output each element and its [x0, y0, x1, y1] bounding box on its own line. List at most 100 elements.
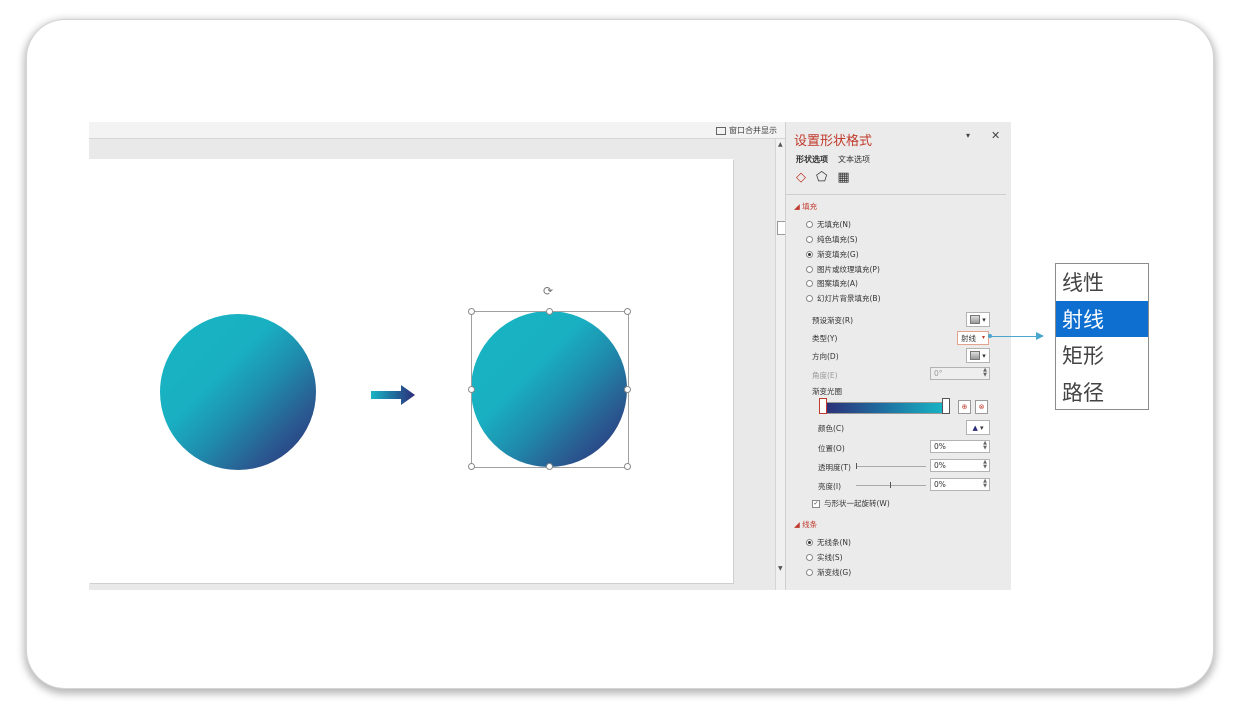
resize-handle-e[interactable] — [624, 386, 631, 393]
transparency-thumb[interactable] — [856, 463, 857, 469]
resize-handle-nw[interactable] — [468, 308, 475, 315]
view-toolbar: 窗口合并显示 — [89, 122, 785, 139]
gradient-stops-bar[interactable] — [820, 402, 946, 414]
direction-dropdown[interactable]: ▾ — [966, 348, 990, 363]
color-picker-button[interactable]: ▲ ▾ — [966, 420, 990, 435]
effects-pentagon-icon[interactable]: ⬠ — [816, 170, 827, 185]
option-label: 渐变线(G) — [817, 568, 852, 577]
add-stop-icon[interactable]: ⊕ — [958, 400, 971, 414]
angle-label: 角度(E) — [812, 371, 838, 380]
size-properties-icon[interactable]: ▦ — [837, 170, 849, 185]
position-label: 位置(O) — [818, 444, 845, 453]
radio-icon — [806, 266, 813, 273]
chevron-down-icon: ▾ — [979, 423, 984, 432]
chevron-down-icon: ▾ — [982, 315, 986, 324]
dropdown-item-linear[interactable]: 线性 — [1056, 264, 1148, 301]
gradient-stops-label: 渐变光圈 — [812, 387, 842, 396]
chevron-down-icon: ▾ — [982, 351, 986, 360]
option-label: 实线(S) — [817, 553, 843, 562]
radio-picture-fill[interactable]: 图片或纹理填充(P) — [806, 264, 880, 275]
color-label: 颜色(C) — [818, 424, 845, 433]
slide[interactable]: ⟳ — [89, 159, 733, 583]
option-label: 图案填充(A) — [817, 279, 858, 288]
resize-handle-sw[interactable] — [468, 463, 475, 470]
radio-gradient-fill[interactable]: 渐变填充(G) — [806, 249, 859, 260]
rotate-with-shape-checkbox[interactable]: ✓ 与形状一起旋转(W) — [812, 498, 890, 509]
type-select[interactable]: 射线 ▾ — [957, 331, 989, 345]
resize-handle-w[interactable] — [468, 386, 475, 393]
scroll-down-icon[interactable]: ▼ — [778, 565, 783, 572]
option-label: 图片或纹理填充(P) — [817, 265, 880, 274]
preset-gradient-dropdown[interactable]: ▾ — [966, 312, 990, 327]
preset-gradient-label: 预设渐变(R) — [812, 316, 854, 325]
radio-selected-icon — [806, 251, 813, 258]
resize-handle-n[interactable] — [546, 308, 553, 315]
tab-shape-options[interactable]: 形状选项 — [796, 154, 828, 165]
spinner-icon[interactable]: ▲ ▼ — [983, 441, 987, 451]
pane-options-icon[interactable]: ▾ — [966, 131, 970, 140]
arrow-right-icon — [371, 385, 415, 405]
line-section-header[interactable]: ◢ 线条 — [794, 519, 817, 530]
type-label: 类型(Y) — [812, 334, 838, 343]
angle-input: 0° ▲ ▼ — [930, 367, 990, 380]
radio-gradient-line[interactable]: 渐变线(G) — [806, 567, 851, 578]
radio-solid-line[interactable]: 实线(S) — [806, 552, 843, 563]
direction-label: 方向(D) — [812, 352, 839, 361]
paint-bucket-icon: ▲ — [972, 423, 978, 432]
radio-icon — [806, 236, 813, 243]
transparency-input[interactable]: 0% ▲ ▼ — [930, 459, 990, 472]
fill-line-icon[interactable]: ◇ — [796, 170, 806, 185]
resize-handle-se[interactable] — [624, 463, 631, 470]
powerpoint-window: 窗口合并显示 ⟳ ▲ ▼ 设置形状格式 ▾ ✕ 形状选项 文本选项 ◇ ⬠ ▦ … — [89, 122, 1011, 590]
radio-selected-icon — [806, 539, 813, 546]
checkbox-label: 与形状一起旋转(W) — [824, 499, 890, 508]
checkbox-checked-icon: ✓ — [812, 499, 820, 508]
radio-pattern-fill[interactable]: 图案填充(A) — [806, 278, 858, 289]
remove-stop-icon[interactable]: ⊗ — [975, 400, 988, 414]
pane-title: 设置形状格式 — [794, 134, 873, 149]
close-icon[interactable]: ✕ — [991, 129, 1000, 142]
brightness-thumb[interactable] — [890, 482, 891, 488]
transparency-value: 0% — [934, 461, 946, 470]
brightness-value: 0% — [934, 480, 946, 489]
gradient-stop-end[interactable] — [942, 398, 950, 414]
dropdown-item-path[interactable]: 路径 — [1056, 374, 1148, 411]
resize-handle-s[interactable] — [546, 463, 553, 470]
window-icon — [716, 126, 726, 135]
radio-icon — [806, 280, 813, 287]
radio-icon — [806, 554, 813, 561]
position-value: 0% — [934, 442, 946, 451]
circle-before[interactable] — [160, 314, 316, 470]
fill-section-header[interactable]: ◢ 填充 — [794, 201, 817, 212]
scroll-up-icon[interactable]: ▲ — [778, 141, 783, 148]
spinner-icon[interactable]: ▲ ▼ — [983, 460, 987, 470]
dropdown-item-rectangular[interactable]: 矩形 — [1056, 337, 1148, 374]
chevron-down-icon: ▾ — [981, 334, 985, 341]
brightness-input[interactable]: 0% ▲ ▼ — [930, 478, 990, 491]
radio-solid-fill[interactable]: 纯色填充(S) — [806, 234, 858, 245]
brightness-label: 亮度(I) — [818, 482, 842, 491]
position-input[interactable]: 0% ▲ ▼ — [930, 440, 990, 453]
pane-tabs: 形状选项 文本选项 — [796, 154, 870, 165]
radio-slide-background-fill[interactable]: 幻灯片背景填充(B) — [806, 293, 881, 304]
radio-no-line[interactable]: 无线条(N) — [806, 537, 851, 548]
format-shape-pane: 设置形状格式 ▾ ✕ 形状选项 文本选项 ◇ ⬠ ▦ ◢ 填充 无填充(N) 纯… — [785, 122, 1011, 590]
pane-category-icons: ◇ ⬠ ▦ — [796, 170, 850, 185]
arrow-right-icon — [1036, 332, 1044, 340]
merge-windows-button[interactable]: 窗口合并显示 — [716, 125, 777, 136]
transparency-slider[interactable] — [856, 466, 926, 467]
brightness-slider[interactable] — [856, 485, 926, 486]
spinner-icon: ▲ ▼ — [983, 367, 987, 378]
type-value: 射线 — [961, 333, 976, 343]
dropdown-item-radial[interactable]: 射线 — [1056, 300, 1148, 337]
callout-connector-line — [990, 336, 1038, 337]
type-dropdown-zoom: 线性 射线 矩形 路径 — [1055, 263, 1149, 410]
tab-text-options[interactable]: 文本选项 — [838, 154, 870, 165]
resize-handle-ne[interactable] — [624, 308, 631, 315]
gradient-stop-start[interactable] — [819, 398, 827, 414]
radio-icon — [806, 221, 813, 228]
spinner-icon[interactable]: ▲ ▼ — [983, 479, 987, 489]
radio-no-fill[interactable]: 无填充(N) — [806, 219, 851, 230]
rotate-handle-icon[interactable]: ⟳ — [541, 284, 555, 298]
direction-swatch-icon — [970, 351, 981, 360]
